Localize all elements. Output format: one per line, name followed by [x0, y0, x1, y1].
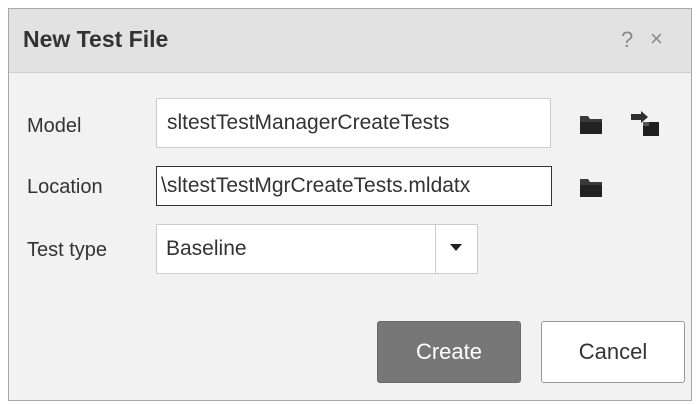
- folder-icon[interactable]: [579, 176, 603, 198]
- cancel-button[interactable]: Cancel: [541, 321, 685, 383]
- model-field[interactable]: sltestTestManagerCreateTests: [156, 98, 551, 148]
- new-test-file-dialog: New Test File ? × Model sltestTestManage…: [8, 8, 692, 401]
- location-label: Location: [27, 176, 103, 198]
- dialog-title: New Test File: [23, 26, 169, 52]
- folder-icon[interactable]: [579, 113, 603, 135]
- test-type-selected: Baseline: [166, 237, 247, 260]
- test-type-dropdown[interactable]: Baseline: [156, 224, 478, 274]
- close-icon[interactable]: ×: [650, 26, 663, 52]
- use-current-model-icon[interactable]: [629, 111, 661, 137]
- model-label: Model: [27, 115, 82, 137]
- help-icon[interactable]: ?: [621, 27, 633, 53]
- test-type-label: Test type: [27, 239, 108, 261]
- dropdown-toggle[interactable]: [435, 225, 477, 273]
- chevron-down-icon: [450, 244, 462, 251]
- location-field[interactable]: \sltestTestMgrCreateTests.mldatx: [156, 166, 552, 206]
- create-button[interactable]: Create: [377, 321, 521, 383]
- dialog-title-bar: New Test File ? ×: [9, 9, 691, 73]
